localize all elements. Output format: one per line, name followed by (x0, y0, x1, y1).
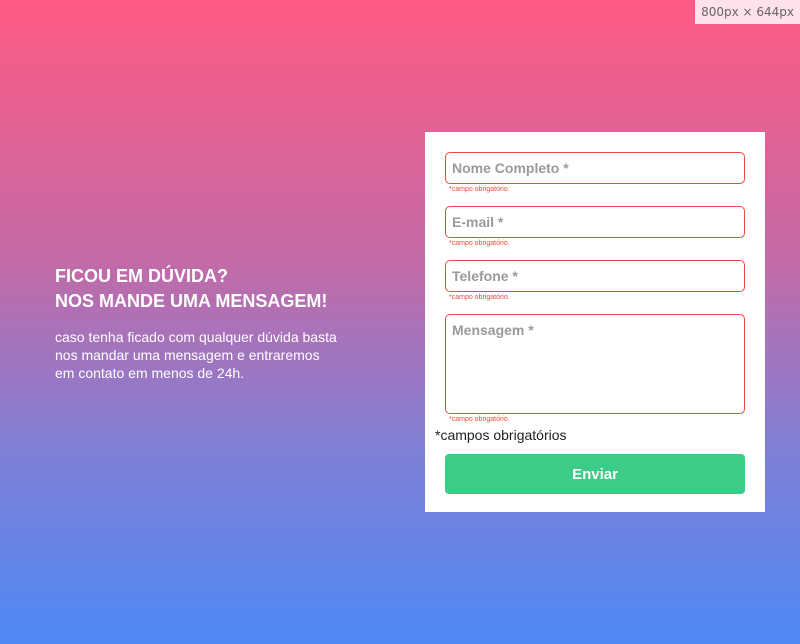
message-error: *campo obrigatório. (449, 416, 510, 423)
message-textarea[interactable]: Mensagem * (445, 314, 745, 414)
name-input[interactable]: Nome Completo * (445, 152, 745, 184)
hero-title-line-1: FICOU EM DÚVIDA? (55, 266, 228, 286)
name-error: *campo obrigatório. (449, 186, 510, 193)
required-fields-note: *campos obrigatórios (435, 427, 567, 443)
email-field-group: E-mail * *campo obrigatório. (445, 206, 745, 248)
hero-description: caso tenha ficado com qualquer dúvida ba… (55, 329, 337, 381)
contact-form-card: Nome Completo * *campo obrigatório. E-ma… (425, 132, 765, 512)
phone-error: *campo obrigatório. (449, 294, 510, 301)
hero-title-line-2: NOS MANDE UMA MENSAGEM! (55, 291, 328, 311)
email-error: *campo obrigatório. (449, 240, 510, 247)
phone-field-group: Telefone * *campo obrigatório. (445, 260, 745, 302)
email-input[interactable]: E-mail * (445, 206, 745, 238)
hero-section: FICOU EM DÚVIDA? NOS MANDE UMA MENSAGEM!… (55, 264, 355, 382)
phone-input[interactable]: Telefone * (445, 260, 745, 292)
submit-button[interactable]: Enviar (445, 454, 745, 494)
dimension-badge: 800px × 644px (695, 0, 800, 24)
name-field-group: Nome Completo * *campo obrigatório. (445, 152, 745, 194)
hero-title: FICOU EM DÚVIDA? NOS MANDE UMA MENSAGEM! (55, 264, 355, 314)
message-field-group: Mensagem * *campo obrigatório. (445, 314, 745, 424)
